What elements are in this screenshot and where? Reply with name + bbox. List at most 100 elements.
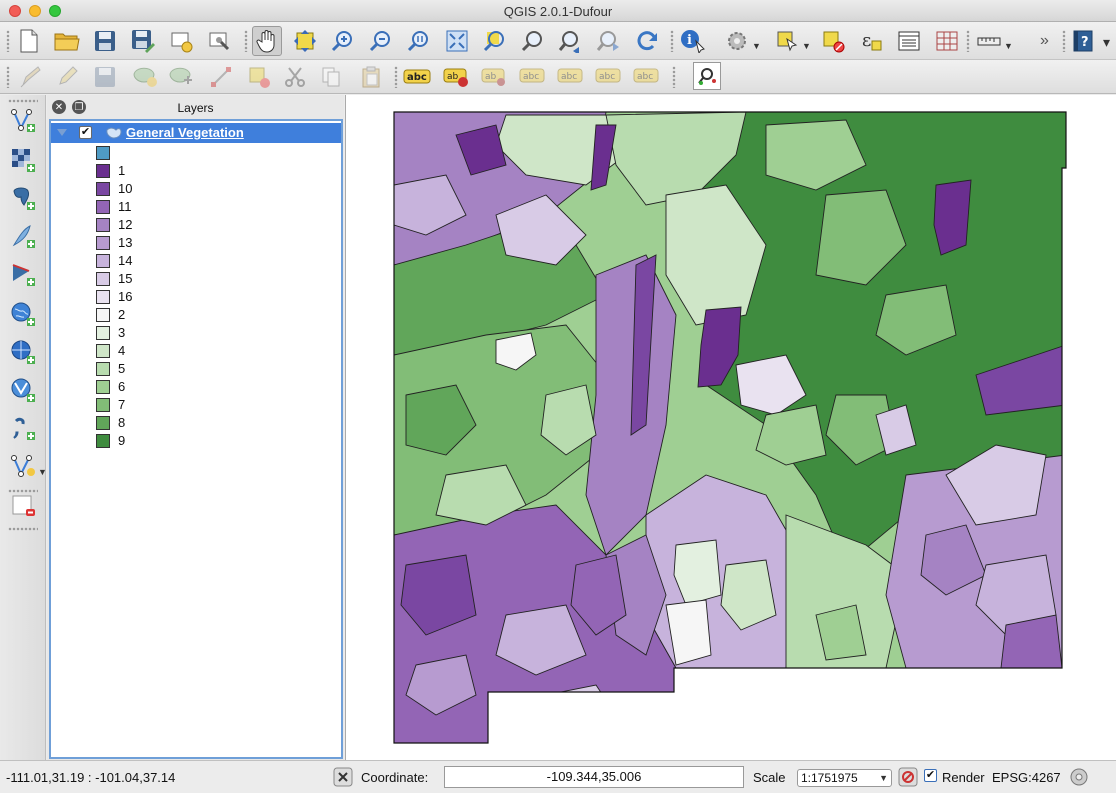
legend-label: 11 — [118, 199, 132, 214]
layer-tree[interactable]: ✔ General Vegetation 1 10 11 12 13 14 15 16 2 3 4 5… — [49, 119, 343, 759]
vegetation-map[interactable] — [346, 95, 1116, 760]
add-feature-icon[interactable] — [130, 62, 160, 92]
change-label-icon[interactable]: abc — [594, 62, 624, 92]
pin-labels-icon[interactable]: ab — [442, 62, 472, 92]
select-features-dropdown[interactable]: ▼ — [802, 41, 811, 51]
delete-selected-icon[interactable] — [244, 62, 274, 92]
add-mssql-layer-icon[interactable] — [8, 259, 38, 289]
toolbar-grip[interactable] — [8, 527, 38, 531]
move-feature-icon[interactable] — [166, 62, 196, 92]
cut-features-icon[interactable] — [280, 62, 310, 92]
zoom-in-icon[interactable] — [328, 26, 358, 56]
polygon-layer-icon — [106, 127, 122, 142]
node-tool-icon[interactable] — [206, 62, 236, 92]
svg-text:ab: ab — [447, 72, 459, 82]
label-properties-icon[interactable]: abc — [632, 62, 662, 92]
pan-to-selection-icon[interactable] — [290, 26, 320, 56]
toolbar-grip[interactable] — [670, 30, 674, 52]
legend-swatch — [96, 200, 110, 214]
zoom-out-icon[interactable] — [366, 26, 396, 56]
expression-select-icon[interactable]: ε — [856, 26, 886, 56]
manage-layers-toolbar: , ▼ — [0, 95, 47, 760]
zoom-actual-size-icon[interactable] — [404, 26, 434, 56]
add-wms-layer-icon[interactable] — [8, 299, 38, 329]
open-project-icon[interactable] — [52, 26, 82, 56]
run-action-icon[interactable] — [722, 26, 752, 56]
crs-globe-icon[interactable] — [1069, 767, 1089, 787]
expand-arrow-icon[interactable] — [57, 129, 67, 136]
add-wcs-layer-icon[interactable] — [8, 337, 38, 367]
attribute-table-icon[interactable] — [894, 26, 924, 56]
map-tips-icon[interactable] — [693, 62, 721, 90]
save-project-icon[interactable] — [90, 26, 120, 56]
legend-label: 6 — [118, 379, 126, 394]
render-label[interactable]: Render — [942, 770, 985, 785]
help-icon[interactable]: ? — [1068, 26, 1098, 56]
render-checkbox[interactable]: ✔ — [924, 769, 937, 782]
zoom-full-icon[interactable] — [442, 26, 472, 56]
toolbar-grip[interactable] — [1062, 30, 1066, 52]
show-hide-labels-icon[interactable]: ab — [480, 62, 510, 92]
layers-panel: ✕ ❐ Layers ✔ General Vegetation 1 10 11 12 1… — [47, 95, 344, 760]
zoom-last-icon[interactable] — [556, 26, 586, 56]
toolbar-more-button[interactable]: ▾ — [1103, 34, 1110, 51]
add-vector-layer-icon[interactable] — [8, 105, 38, 135]
layer-name[interactable]: General Vegetation — [126, 125, 244, 140]
legend-swatch — [96, 272, 110, 286]
run-action-dropdown[interactable]: ▼ — [752, 41, 761, 51]
pan-hand-icon[interactable] — [252, 26, 282, 56]
legend-swatch — [96, 218, 110, 232]
layers-panel-header: ✕ ❐ Layers — [47, 95, 344, 119]
deselect-icon[interactable] — [818, 26, 848, 56]
svg-text:abc: abc — [407, 72, 427, 83]
toolbar-overflow-button[interactable]: » — [1040, 32, 1049, 50]
layer-row-general-vegetation[interactable]: ✔ General Vegetation — [51, 123, 341, 143]
rotate-label-icon[interactable]: abc — [556, 62, 586, 92]
composer-manager-icon[interactable] — [204, 26, 234, 56]
add-postgis-layer-icon[interactable] — [8, 183, 38, 213]
save-edits-icon[interactable] — [90, 62, 120, 92]
refresh-icon[interactable] — [632, 26, 662, 56]
new-shapefile-layer-icon[interactable] — [8, 451, 38, 481]
chevron-down-icon: ▼ — [879, 773, 888, 783]
identify-icon[interactable]: i — [678, 26, 708, 56]
add-wfs-layer-icon[interactable] — [8, 375, 38, 405]
add-spatialite-layer-icon[interactable] — [8, 221, 38, 251]
statistics-icon[interactable] — [932, 26, 962, 56]
zoom-to-layer-icon[interactable] — [518, 26, 548, 56]
stop-rendering-icon[interactable] — [898, 767, 918, 787]
layer-visibility-checkbox[interactable]: ✔ — [79, 126, 92, 139]
save-as-icon[interactable] — [128, 26, 158, 56]
new-print-composer-icon[interactable] — [166, 26, 196, 56]
copy-features-icon[interactable] — [316, 62, 346, 92]
label-abc-icon[interactable]: abc — [402, 62, 432, 92]
paste-features-icon[interactable] — [356, 62, 386, 92]
toggle-editing-icon[interactable] — [52, 62, 82, 92]
zoom-next-icon[interactable] — [594, 26, 624, 56]
remove-layer-icon[interactable] — [8, 491, 38, 521]
measure-dropdown[interactable]: ▼ — [1004, 41, 1013, 51]
toolbar-grip[interactable] — [6, 66, 10, 88]
toolbar-grip[interactable] — [6, 30, 10, 52]
add-raster-layer-icon[interactable] — [8, 145, 38, 175]
toolbar-grip[interactable] — [8, 99, 38, 103]
zoom-to-selection-icon[interactable] — [480, 26, 510, 56]
map-canvas[interactable] — [345, 95, 1116, 760]
add-delimited-text-icon[interactable]: , — [8, 413, 38, 443]
crs-status[interactable]: EPSG:4267 — [992, 770, 1061, 785]
new-project-icon[interactable] — [14, 26, 44, 56]
toolbar-grip[interactable] — [966, 30, 970, 52]
coordinate-input[interactable]: -109.344,35.006 — [444, 766, 744, 788]
toolbar-grip[interactable] — [672, 66, 676, 88]
new-layer-dropdown[interactable]: ▼ — [38, 467, 47, 477]
measure-line-icon[interactable] — [974, 26, 1004, 56]
scale-select[interactable]: 1:1751975 ▼ — [797, 769, 892, 787]
toolbar-grip[interactable] — [394, 66, 398, 88]
legend-label: 10 — [118, 181, 133, 196]
toggle-extents-icon[interactable] — [333, 767, 353, 787]
toolbar-grip[interactable] — [244, 30, 248, 52]
legend-swatch — [96, 398, 110, 412]
move-label-icon[interactable]: abc — [518, 62, 548, 92]
current-edits-icon[interactable] — [16, 62, 46, 92]
select-features-icon[interactable] — [772, 26, 802, 56]
